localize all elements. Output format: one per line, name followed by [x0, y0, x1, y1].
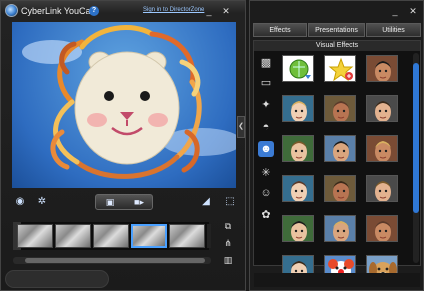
eye-icon[interactable]: ◉: [13, 195, 27, 209]
sign-in-link[interactable]: Sign in to DirectorZone: [143, 7, 204, 13]
status-area: [5, 270, 109, 288]
filmstrip-scrollbar-thumb[interactable]: [25, 258, 205, 263]
effect-star-plus[interactable]: [324, 55, 356, 82]
youcam-logo-icon: [5, 4, 18, 17]
effects-window: _ ✕ Effects Presentations Utilities Visu…: [249, 0, 424, 291]
capture-mode-group: ▣ ■▸: [95, 194, 153, 210]
capture-filmstrip: [13, 222, 211, 250]
distortion-icon[interactable]: ✳: [258, 165, 274, 181]
screen-icon[interactable]: ▭: [258, 75, 274, 91]
effects-scrollbar-thumb[interactable]: [413, 63, 419, 213]
title-bar: CyberLink YouCam ? Sign in to DirectorZo…: [1, 1, 247, 21]
effect-face-6[interactable]: [324, 135, 356, 162]
gear-icon[interactable]: ✲: [35, 195, 49, 209]
collapse-panel-button[interactable]: ❮: [237, 116, 245, 138]
section-title: Visual Effects: [254, 41, 420, 51]
filmstrip-next-arrow[interactable]: [207, 224, 211, 248]
effects-footer: [254, 273, 420, 287]
emoticon-icon[interactable]: ☺: [258, 185, 274, 201]
effect-face-9[interactable]: [324, 175, 356, 202]
effect-face-13[interactable]: [366, 215, 398, 242]
thumbnail[interactable]: [169, 224, 205, 248]
snapshot-button[interactable]: ▣: [96, 195, 124, 209]
app-title: CyberLink YouCam: [21, 6, 99, 16]
effect-face-2[interactable]: [282, 95, 314, 122]
effect-face-10[interactable]: [366, 175, 398, 202]
share-icon[interactable]: ⋔: [221, 236, 235, 250]
frame-icon[interactable]: ▩: [258, 55, 274, 71]
thumbnail[interactable]: [93, 224, 129, 248]
effect-face-4[interactable]: [366, 95, 398, 122]
sparkle-icon[interactable]: ✦: [258, 97, 274, 113]
record-video-button[interactable]: ■▸: [125, 195, 153, 209]
eraser-icon[interactable]: ◢: [199, 195, 213, 209]
close-button[interactable]: ✕: [408, 6, 418, 16]
effect-face-8[interactable]: [282, 175, 314, 202]
filmstrip-scrollbar[interactable]: [13, 257, 211, 264]
minimize-button[interactable]: _: [390, 6, 400, 16]
webcam-preview: [12, 22, 236, 188]
tab-utilities[interactable]: Utilities: [366, 23, 421, 37]
youcam-main-window: CyberLink YouCam ? Sign in to DirectorZo…: [0, 0, 246, 291]
effect-face-5[interactable]: [282, 135, 314, 162]
effect-face-3[interactable]: [324, 95, 356, 122]
tab-presentations[interactable]: Presentations: [308, 23, 365, 37]
import-icon[interactable]: ⧉: [221, 219, 235, 233]
fullscreen-icon[interactable]: ⬚: [223, 195, 237, 209]
effect-globe-download[interactable]: [282, 55, 314, 82]
tab-effects[interactable]: Effects: [253, 23, 307, 37]
gadget-icon[interactable]: ✿: [258, 207, 274, 223]
effect-face-7[interactable]: [366, 135, 398, 162]
thumbnail-selected[interactable]: [131, 224, 167, 248]
thumbnail[interactable]: [17, 224, 53, 248]
camera-control-bar: ◉ ✲ ▣ ■▸ ◢ ⬚: [1, 191, 247, 213]
effects-panel: Visual Effects ▩ ▭ ✦ ◓ ☻ ✳ ☺ ✿: [253, 40, 421, 282]
effect-face-12[interactable]: [324, 215, 356, 242]
help-icon[interactable]: ?: [89, 6, 99, 16]
avatar-icon[interactable]: ☻: [258, 141, 274, 157]
minimize-button[interactable]: _: [204, 6, 214, 16]
delete-icon[interactable]: ▥: [221, 253, 235, 267]
mask-icon[interactable]: ◓: [258, 119, 274, 135]
effect-face-11[interactable]: [282, 215, 314, 242]
tab-bar: Effects Presentations Utilities: [250, 23, 424, 37]
effects-scrollbar[interactable]: [413, 53, 419, 263]
close-button[interactable]: ✕: [221, 6, 231, 16]
thumbnail[interactable]: [55, 224, 91, 248]
lion-puppet-image: [22, 25, 236, 179]
effect-face-1[interactable]: [366, 55, 398, 82]
